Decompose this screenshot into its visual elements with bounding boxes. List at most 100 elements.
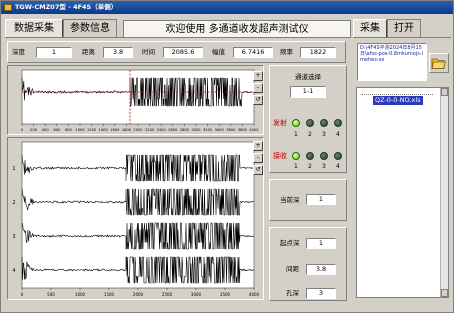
x-tick-label: 3500 bbox=[220, 292, 231, 297]
multi-zoom-out-button[interactable]: - bbox=[253, 153, 263, 163]
x-tick-label: 1500 bbox=[104, 292, 115, 297]
x-tick-label: 3800 bbox=[238, 128, 248, 132]
distance-label: 距离 bbox=[82, 48, 95, 56]
receive-led-4[interactable] bbox=[334, 152, 342, 160]
x-tick-label: 0 bbox=[21, 292, 24, 297]
current-depth-panel: 当前深 1 bbox=[269, 179, 347, 221]
parameter-bar: 深度 1 距离 3.8 时间 2085.6 幅值 6.7416 频率 1822 bbox=[7, 41, 346, 63]
receive-label: 接收 bbox=[273, 152, 287, 160]
zoom-in-button[interactable]: + bbox=[253, 71, 263, 81]
transmit-led-4[interactable] bbox=[334, 119, 342, 127]
current-depth-field[interactable]: 1 bbox=[306, 194, 336, 205]
start-depth-field[interactable]: 1 bbox=[306, 238, 336, 249]
tab-divider-right bbox=[353, 37, 451, 38]
frequency-field[interactable]: 1822 bbox=[300, 47, 336, 58]
channel-select-panel: 通道选择 1-1 发射 1 2 3 4 接收 1 2 3 4 bbox=[269, 65, 347, 173]
folder-open-icon bbox=[431, 58, 447, 69]
multi-zoom-in-button[interactable]: + bbox=[253, 141, 263, 151]
multichannel-waveform-panel: 1 2 3 4 0 500 1000 1500 2000 2500 3000 3500 4000 bbox=[7, 137, 264, 300]
time-label: 时间 bbox=[142, 48, 155, 56]
x-tick-label: 200 bbox=[30, 128, 38, 132]
single-waveform-plot[interactable]: 0 200 400 600 800 1000 1200 1400 1600 1800 2000 220… bbox=[8, 66, 263, 134]
app-window: TGW-CMZ07型 - 4F4S（单侧） 数据采集 参数信息 欢迎使用 多通道… bbox=[0, 0, 454, 313]
file-list-item-selected[interactable]: QZ-0-0-NO.xls bbox=[373, 96, 423, 105]
transmit-label: 发射 bbox=[273, 119, 287, 127]
channel-number-3: 3 bbox=[12, 234, 15, 240]
x-tick-label: 3600 bbox=[226, 128, 236, 132]
receive-num-4: 4 bbox=[336, 163, 340, 170]
scroll-up-button[interactable] bbox=[441, 88, 448, 96]
file-list-scrollbar[interactable] bbox=[440, 88, 448, 297]
reset-view-button[interactable]: ↺ bbox=[253, 95, 263, 105]
title-bar: TGW-CMZ07型 - 4F4S（单侧） bbox=[1, 1, 453, 14]
time-field[interactable]: 2085.6 bbox=[163, 47, 203, 58]
x-tick-label: 2600 bbox=[168, 128, 178, 132]
tab-acquire[interactable]: 采集 bbox=[353, 19, 387, 37]
transmit-led-3[interactable] bbox=[320, 119, 328, 127]
depth-label: 深度 bbox=[12, 48, 25, 56]
x-tick-label: 0 bbox=[21, 128, 24, 132]
channel-number-4: 4 bbox=[12, 268, 15, 274]
channel-select-title: 通道选择 bbox=[295, 73, 321, 81]
x-tick-label: 800 bbox=[65, 128, 73, 132]
x-tick-label: 500 bbox=[47, 292, 55, 297]
x-tick-label: 2000 bbox=[133, 292, 144, 297]
transmit-led-1[interactable] bbox=[292, 119, 300, 127]
multi-reset-view-button[interactable]: ↺ bbox=[253, 165, 263, 175]
tab-open[interactable]: 打开 bbox=[387, 19, 421, 37]
x-tick-label: 2400 bbox=[157, 128, 167, 132]
x-tick-label: 3400 bbox=[215, 128, 225, 132]
x-tick-label: 1000 bbox=[75, 292, 86, 297]
app-icon bbox=[4, 4, 12, 11]
file-path-box: D:\4F4S平测2024年8月15日\afss-pos-0.8mkumojs-… bbox=[357, 43, 427, 81]
hole-depth-field[interactable]: 3 bbox=[306, 288, 336, 299]
receive-num-3: 3 bbox=[322, 163, 326, 170]
x-tick-label: 600 bbox=[53, 128, 61, 132]
multichannel-waveform-plot[interactable]: 1 2 3 4 0 500 1000 1500 2000 2500 3000 3500 4000 bbox=[8, 138, 263, 299]
tab-parameter-info[interactable]: 参数信息 bbox=[63, 19, 117, 37]
amplitude-field[interactable]: 6.7416 bbox=[233, 47, 273, 58]
x-tick-label: 4000 bbox=[249, 128, 259, 132]
x-tick-label: 2500 bbox=[162, 292, 173, 297]
single-waveform-panel: 0 200 400 600 800 1000 1200 1400 1600 1800 2000 220… bbox=[7, 65, 264, 135]
tab-data-acquisition[interactable]: 数据采集 bbox=[5, 19, 63, 37]
spacing-field[interactable]: 3.8 bbox=[306, 264, 336, 275]
x-tick-label: 1600 bbox=[110, 128, 120, 132]
channel-number-1: 1 bbox=[12, 166, 15, 172]
x-tick-label: 3200 bbox=[203, 128, 213, 132]
x-tick-label: 1200 bbox=[87, 128, 97, 132]
tab-divider bbox=[5, 37, 351, 38]
receive-led-1[interactable] bbox=[292, 152, 300, 160]
transmit-num-2: 2 bbox=[308, 131, 312, 138]
x-tick-label: 400 bbox=[42, 128, 50, 132]
depth-field[interactable]: 1 bbox=[36, 47, 72, 58]
x-tick-label: 1400 bbox=[99, 128, 109, 132]
transmit-led-2[interactable] bbox=[306, 119, 314, 127]
file-list-guide bbox=[361, 94, 433, 95]
window-title: TGW-CMZ07型 - 4F4S（单侧） bbox=[15, 3, 118, 11]
start-depth-label: 起点深 bbox=[280, 239, 300, 247]
transmit-num-4: 4 bbox=[336, 131, 340, 138]
welcome-banner: 欢迎使用 多通道收发超声测试仪 bbox=[123, 20, 351, 38]
file-list[interactable]: QZ-0-0-NO.xls bbox=[356, 87, 449, 298]
current-depth-label: 当前深 bbox=[280, 196, 300, 204]
transmit-num-1: 1 bbox=[294, 131, 298, 138]
channel-select-field[interactable]: 1-1 bbox=[290, 86, 326, 98]
receive-led-2[interactable] bbox=[306, 152, 314, 160]
receive-num-2: 2 bbox=[308, 163, 312, 170]
transmit-num-3: 3 bbox=[322, 131, 326, 138]
spacing-label: 间距 bbox=[286, 265, 299, 273]
receive-led-3[interactable] bbox=[320, 152, 328, 160]
frequency-label: 频率 bbox=[280, 48, 293, 56]
x-tick-label: 4000 bbox=[249, 292, 260, 297]
channel-number-2: 2 bbox=[12, 200, 15, 206]
scroll-down-button[interactable] bbox=[441, 289, 448, 297]
distance-field[interactable]: 3.8 bbox=[103, 47, 133, 58]
x-tick-label: 3000 bbox=[191, 292, 202, 297]
x-tick-label: 2200 bbox=[145, 128, 155, 132]
amplitude-label: 幅值 bbox=[212, 48, 225, 56]
zoom-out-button[interactable]: - bbox=[253, 83, 263, 93]
x-tick-label: 3000 bbox=[191, 128, 201, 132]
receive-num-1: 1 bbox=[294, 163, 298, 170]
open-folder-button[interactable] bbox=[429, 53, 449, 73]
